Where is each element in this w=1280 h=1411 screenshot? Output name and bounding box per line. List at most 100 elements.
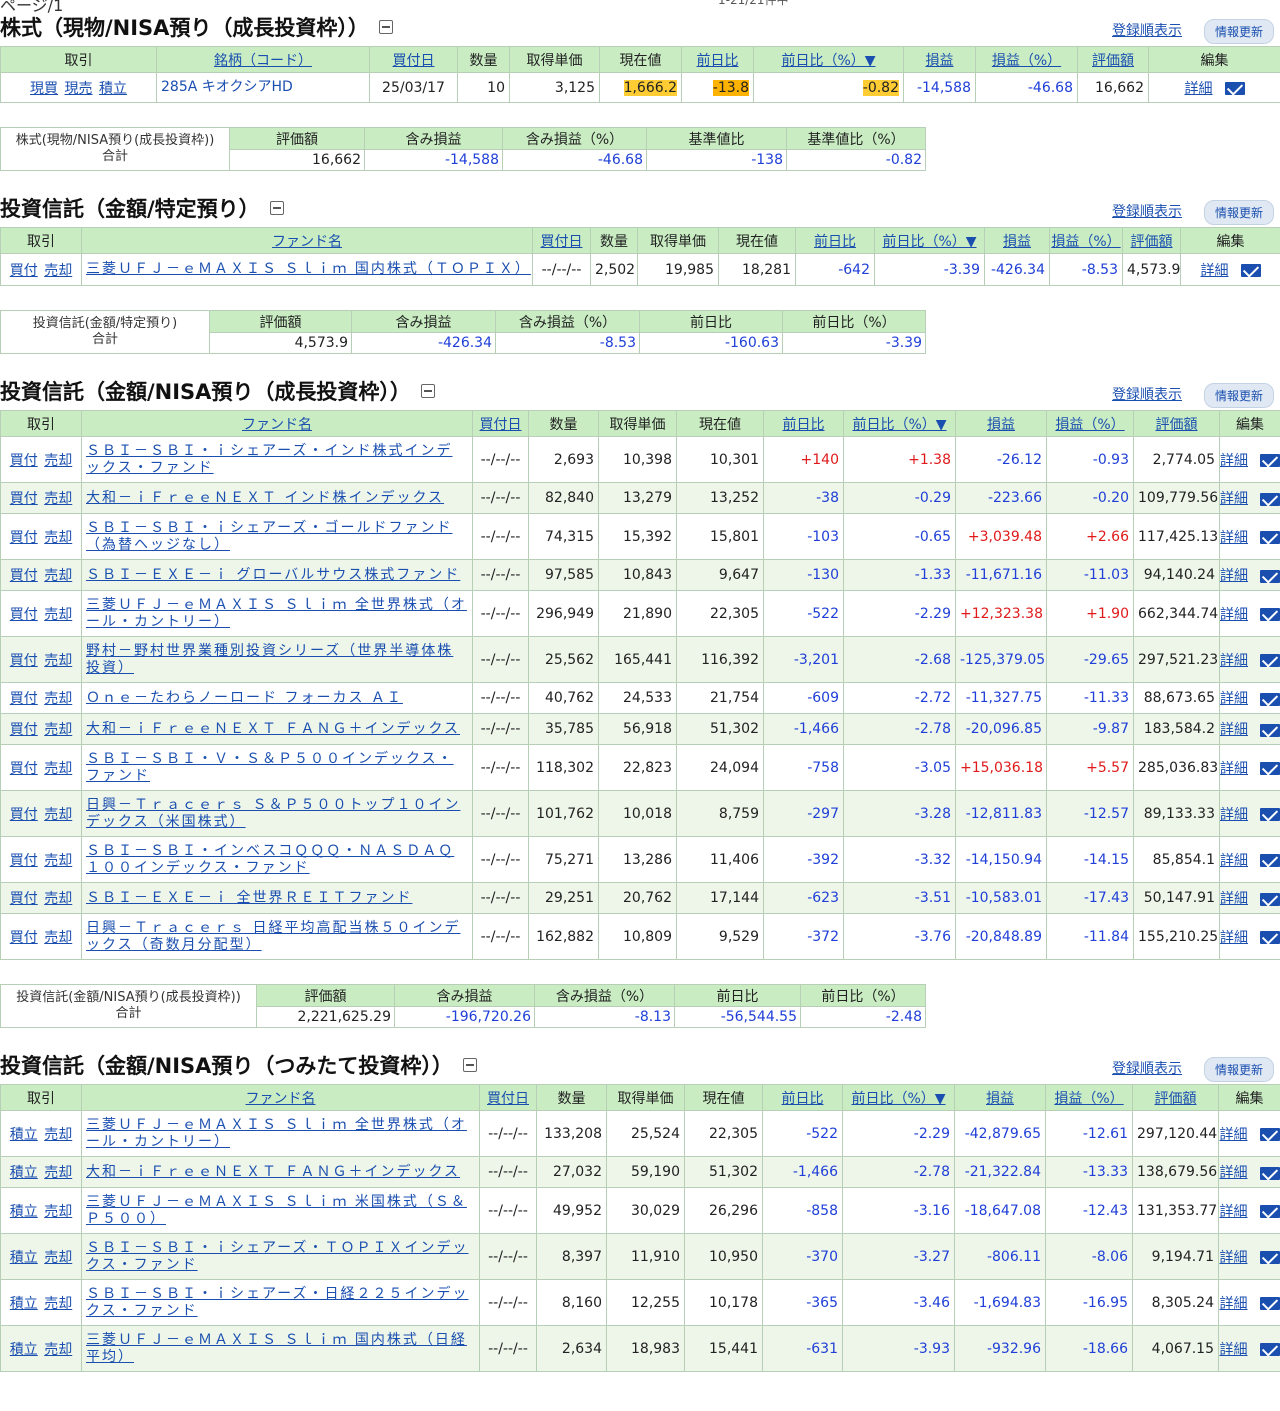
sort-link[interactable]: 前日比（%）▼ <box>852 417 946 433</box>
fund-name-link[interactable]: 三菱ＵＦＪ－ｅＭＡＸＩＳ Ｓｌｉｍ 全世界株式（オール・カントリー） <box>86 597 467 630</box>
buy-link[interactable]: 積立 <box>10 1250 38 1266</box>
mail-icon[interactable] <box>1260 723 1280 737</box>
column-header[interactable]: 前日比（%）▼ <box>753 46 904 73</box>
mail-icon[interactable] <box>1260 808 1280 821</box>
fund-name-link[interactable]: 三菱ＵＦＪ－ｅＭＡＸＩＳ Ｓｌｉｍ 国内株式（ＴＯＰＩＸ） <box>86 261 531 277</box>
sort-link[interactable]: 評価額 <box>1156 417 1198 433</box>
sort-link[interactable]: 損益 <box>926 53 954 69</box>
sell-link[interactable]: 売却 <box>44 530 72 546</box>
detail-link[interactable]: 詳細 <box>1221 807 1249 823</box>
detail-link[interactable]: 詳細 <box>1221 568 1249 584</box>
mail-icon[interactable] <box>1259 1205 1280 1218</box>
column-header[interactable]: 前日比（%）▼ <box>843 410 956 437</box>
column-header[interactable]: 買付日 <box>532 227 591 254</box>
sort-link[interactable]: ファンド名 <box>242 417 312 433</box>
sort-link[interactable]: 評価額 <box>1092 53 1134 69</box>
sell-link[interactable]: 売却 <box>44 1165 72 1181</box>
detail-link[interactable]: 詳細 <box>1221 722 1249 738</box>
info-update-button[interactable]: 情報更新 <box>1203 19 1274 44</box>
detail-link[interactable]: 詳細 <box>1221 491 1249 507</box>
sell-link[interactable]: 売却 <box>44 930 72 946</box>
sort-link[interactable]: 買付日 <box>541 234 583 250</box>
detail-link[interactable]: 詳細 <box>1221 853 1249 869</box>
sell-link[interactable]: 売却 <box>44 807 72 823</box>
fund-name-link[interactable]: ＳＢＩ－ＥＸＥ－ｉ グローバルサウス株式ファンド <box>86 567 460 583</box>
sort-link[interactable]: ファンド名 <box>272 234 342 250</box>
detail-link[interactable]: 詳細 <box>1220 1296 1248 1312</box>
sort-link[interactable]: 損益（%） <box>992 53 1061 69</box>
column-header[interactable]: 評価額 <box>1132 1084 1219 1111</box>
column-header[interactable]: 損益 <box>954 1084 1046 1111</box>
sort-link[interactable]: 買付日 <box>487 1091 529 1107</box>
buy-link[interactable]: 買付 <box>10 491 38 507</box>
column-header[interactable]: ファンド名 <box>81 227 533 254</box>
column-header[interactable]: 損益 <box>955 410 1047 437</box>
buy-link[interactable]: 買付 <box>10 453 38 469</box>
detail-link[interactable]: 詳細 <box>1221 930 1249 946</box>
sell-link[interactable]: 売却 <box>44 1204 72 1220</box>
sell-link[interactable]: 売却 <box>44 568 72 584</box>
fund-name-link[interactable]: ＳＢＩ－ＳＢＩ・ｉシェアーズ・インド株式インデックス・ファンド <box>86 443 452 476</box>
sell-link[interactable]: 売却 <box>44 891 72 907</box>
accumulate-link[interactable]: 積立 <box>99 81 127 97</box>
column-header[interactable]: 前日比 <box>762 1084 843 1111</box>
mail-icon[interactable] <box>1260 569 1280 583</box>
buy-link[interactable]: 買付 <box>10 568 38 584</box>
fund-name-link[interactable]: ＳＢＩ－ＳＢＩ・ｉシェアーズ・ゴールドファンド（為替ヘッジなし） <box>86 520 452 553</box>
buy-link[interactable]: 積立 <box>10 1127 38 1143</box>
registration-order-link[interactable]: 登録順表示 <box>1112 201 1182 221</box>
buy-link[interactable]: 買付 <box>10 263 38 279</box>
sort-link[interactable]: 損益 <box>987 417 1015 433</box>
mail-icon[interactable] <box>1260 454 1280 467</box>
sort-link[interactable]: 前日比 <box>814 234 856 250</box>
column-header[interactable]: 前日比（%）▼ <box>874 227 985 254</box>
detail-link[interactable]: 詳細 <box>1221 653 1249 669</box>
detail-link[interactable]: 詳細 <box>1221 891 1249 907</box>
mail-icon[interactable] <box>1259 1128 1280 1141</box>
detail-link[interactable]: 詳細 <box>1220 1204 1248 1220</box>
sort-link[interactable]: 買付日 <box>393 53 435 69</box>
buy-link[interactable]: 買付 <box>10 691 38 707</box>
column-header[interactable]: 損益（%） <box>975 46 1078 73</box>
stock-name-text[interactable]: 285A キオクシアHD <box>161 79 293 95</box>
mail-icon[interactable] <box>1224 82 1245 95</box>
spot-buy-link[interactable]: 現買 <box>30 81 58 97</box>
buy-link[interactable]: 買付 <box>10 853 38 869</box>
mail-icon[interactable] <box>1260 854 1280 867</box>
detail-link[interactable]: 詳細 <box>1220 1250 1248 1266</box>
column-header[interactable]: 前日比 <box>795 227 875 254</box>
fund-name-link[interactable]: ＳＢＩ－ＳＢＩ・ｉシェアーズ・ＴＯＰＩＸインデックス・ファンド <box>86 1240 468 1273</box>
spot-sell-link[interactable]: 現売 <box>65 81 93 97</box>
column-header[interactable]: 損益 <box>984 227 1050 254</box>
detail-link[interactable]: 詳細 <box>1221 761 1249 777</box>
mail-icon[interactable] <box>1260 692 1280 706</box>
sell-link[interactable]: 売却 <box>44 653 72 669</box>
sell-link[interactable]: 売却 <box>44 491 72 507</box>
column-header[interactable]: 買付日 <box>479 1084 537 1111</box>
mail-icon[interactable] <box>1259 1166 1280 1180</box>
collapse-icon[interactable] <box>462 1058 477 1072</box>
buy-link[interactable]: 買付 <box>10 722 38 738</box>
info-update-button[interactable]: 情報更新 <box>1203 200 1274 225</box>
collapse-icon[interactable] <box>378 20 393 34</box>
detail-link[interactable]: 詳細 <box>1221 691 1249 707</box>
column-header[interactable]: 買付日 <box>472 410 529 437</box>
column-header[interactable]: 損益（%） <box>1046 410 1134 437</box>
mail-icon[interactable] <box>1260 654 1280 667</box>
column-header[interactable]: 損益 <box>903 46 976 73</box>
detail-link[interactable]: 詳細 <box>1220 1165 1248 1181</box>
sort-link[interactable]: 前日比 <box>782 1091 824 1107</box>
buy-link[interactable]: 買付 <box>10 891 38 907</box>
detail-link[interactable]: 詳細 <box>1221 607 1249 623</box>
sort-link[interactable]: 前日比 <box>697 53 739 69</box>
column-header[interactable]: 損益（%） <box>1045 1084 1133 1111</box>
info-update-button[interactable]: 情報更新 <box>1203 1057 1274 1082</box>
sort-link[interactable]: ファンド名 <box>246 1091 316 1107</box>
fund-name-link[interactable]: 三菱ＵＦＪ－ｅＭＡＸＩＳ Ｓｌｉｍ 国内株式（日経平均） <box>86 1332 467 1365</box>
sell-link[interactable]: 売却 <box>44 607 72 623</box>
sort-link[interactable]: 評価額 <box>1155 1091 1197 1107</box>
sell-link[interactable]: 売却 <box>44 453 72 469</box>
buy-link[interactable]: 買付 <box>10 607 38 623</box>
buy-link[interactable]: 買付 <box>10 930 38 946</box>
column-header[interactable]: 損益（%） <box>1049 227 1123 254</box>
